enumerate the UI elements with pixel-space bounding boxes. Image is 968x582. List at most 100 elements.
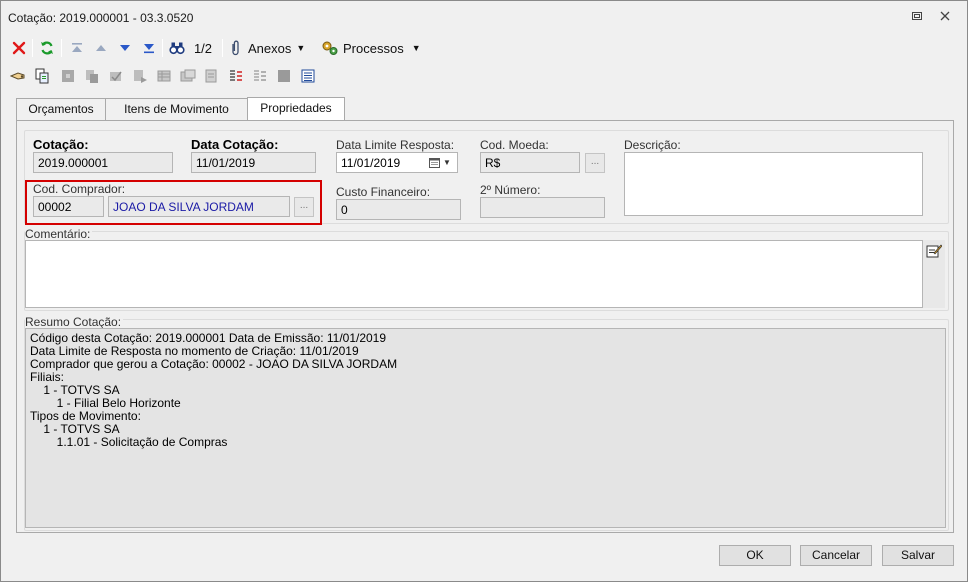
descricao-label: Descrição: <box>624 138 681 152</box>
split-red-button[interactable] <box>227 67 245 85</box>
last-record-icon <box>144 44 154 54</box>
disabled-tool-button[interactable] <box>59 67 77 85</box>
next-record-button[interactable] <box>115 36 135 60</box>
tab-orcamentos[interactable]: Orçamentos <box>16 98 106 120</box>
properties-panel: Cotação: 2019.000001 Data Cotação: 11/01… <box>16 120 954 533</box>
edit-note-icon <box>926 244 943 258</box>
resumo-label: Resumo Cotação: <box>25 315 124 329</box>
data-cotacao-field[interactable]: 11/01/2019 <box>191 152 316 173</box>
comentario-side-panel <box>923 240 945 308</box>
binoculars-icon <box>169 42 185 55</box>
previous-record-icon <box>96 45 106 51</box>
disabled-tool-button[interactable] <box>275 67 293 85</box>
data-limite-value: 11/01/2019 <box>341 156 401 170</box>
data-limite-label: Data Limite Resposta: <box>336 138 455 152</box>
tab-label: Orçamentos <box>28 102 94 116</box>
cod-moeda-field[interactable]: R$ <box>480 152 580 173</box>
disabled-square-icon <box>278 70 290 82</box>
list-view-icon <box>301 69 315 83</box>
resumo-line: Tipos de Movimento: <box>30 409 141 423</box>
custo-financeiro-label: Custo Financeiro: <box>336 185 431 199</box>
main-toolbar: 1/2 Anexos ▼ Processos ▼ <box>7 36 957 62</box>
disabled-tool-button[interactable] <box>155 67 173 85</box>
split-list-icon <box>230 70 242 81</box>
cotacao-field[interactable]: 2019.000001 <box>33 152 173 173</box>
resumo-line: 1 - Filial Belo Horizonte <box>30 396 181 410</box>
disabled-document-icon <box>205 69 217 83</box>
attachments-dropdown[interactable]: Anexos ▼ <box>229 36 315 60</box>
disabled-tool-button[interactable] <box>83 67 101 85</box>
data-cotacao-label: Data Cotação: <box>191 137 279 152</box>
restore-icon[interactable] <box>909 10 925 26</box>
custo-financeiro-field[interactable]: 0 <box>336 199 461 220</box>
comentario-textarea[interactable] <box>25 240 923 308</box>
window-title: Cotação: 2019.000001 - 03.3.0520 <box>8 11 194 25</box>
processes-label: Processos <box>343 40 404 56</box>
hand-key-icon <box>10 72 25 80</box>
record-position-text: 1/2 <box>193 40 213 56</box>
cod-moeda-lookup-button[interactable]: ... <box>585 153 605 173</box>
toolbar-separator <box>32 39 33 57</box>
hand-key-button[interactable] <box>9 67 27 85</box>
processes-dropdown[interactable]: Processos ▼ <box>321 36 425 60</box>
refresh-button[interactable] <box>37 36 57 60</box>
comprador-lookup-button[interactable]: ... <box>294 197 314 217</box>
edit-note-button[interactable] <box>926 243 943 262</box>
toolbar-separator <box>162 39 163 57</box>
disabled-tool-button[interactable] <box>203 67 221 85</box>
copy-document-button[interactable] <box>33 67 51 85</box>
previous-record-button[interactable] <box>91 36 111 60</box>
tab-itens-de-movimento[interactable]: Itens de Movimento <box>105 98 248 120</box>
cotacao-label: Cotação: <box>33 137 89 152</box>
close-icon[interactable] <box>937 10 953 26</box>
disabled-document-icon <box>86 70 98 83</box>
ok-button[interactable]: OK <box>719 545 791 566</box>
tab-label: Itens de Movimento <box>124 102 229 116</box>
cancel-button[interactable]: Cancelar <box>800 545 872 566</box>
toolbar-separator <box>61 39 62 57</box>
copy-document-icon <box>35 68 49 84</box>
segundo-numero-field[interactable] <box>480 197 605 218</box>
segundo-numero-label: 2º Número: <box>480 183 541 197</box>
first-record-icon <box>72 43 82 52</box>
paperclip-icon <box>232 40 239 56</box>
disabled-table-icon <box>180 69 196 82</box>
first-record-button[interactable] <box>67 36 87 60</box>
secondary-toolbar <box>7 65 957 87</box>
chevron-down-icon: ▼ <box>411 43 421 53</box>
find-button[interactable] <box>167 36 187 60</box>
cod-comprador-label: Cod. Comprador: <box>33 182 126 196</box>
record-position: 1/2 <box>190 36 216 60</box>
calendar-dropdown-button[interactable]: ▼ <box>429 154 455 171</box>
last-record-button[interactable] <box>139 36 159 60</box>
cod-comprador-field[interactable]: 00002 <box>33 196 104 217</box>
resumo-line: Comprador que gerou a Cotação: 00002 - J… <box>30 357 398 371</box>
toolbar-separator <box>222 39 223 57</box>
disabled-check-icon <box>110 71 122 82</box>
list-view-button[interactable] <box>299 67 317 85</box>
attachments-label: Anexos <box>248 40 292 56</box>
calendar-icon <box>429 157 440 168</box>
disabled-document-icon <box>134 70 147 83</box>
resumo-textbox[interactable]: Código desta Cotação: 2019.000001 Data d… <box>25 328 946 528</box>
disabled-tool-button[interactable] <box>107 67 125 85</box>
tab-propriedades[interactable]: Propriedades <box>247 97 345 121</box>
cod-moeda-label: Cod. Moeda: <box>480 138 549 152</box>
chevron-down-icon: ▼ <box>296 43 306 53</box>
disabled-tool-button[interactable] <box>179 67 197 85</box>
chevron-down-icon: ▼ <box>443 158 451 167</box>
split-grey-button[interactable] <box>251 67 269 85</box>
descricao-textarea[interactable] <box>624 152 923 216</box>
disabled-tool-button[interactable] <box>131 67 149 85</box>
split-list-icon <box>254 70 266 81</box>
next-record-icon <box>120 45 130 51</box>
quote-window: Cotação: 2019.000001 - 03.3.0520 1/2 Ane… <box>0 0 968 582</box>
comentario-label: Comentário: <box>25 227 93 241</box>
delete-button[interactable] <box>9 36 29 60</box>
comprador-name-field[interactable]: JOAO DA SILVA JORDAM <box>108 196 290 217</box>
title-bar: Cotação: 2019.000001 - 03.3.0520 <box>1 1 967 35</box>
disabled-table-icon <box>157 70 171 82</box>
resumo-line: Filiais: <box>30 370 65 384</box>
refresh-icon <box>41 41 53 55</box>
save-button[interactable]: Salvar <box>882 545 954 566</box>
